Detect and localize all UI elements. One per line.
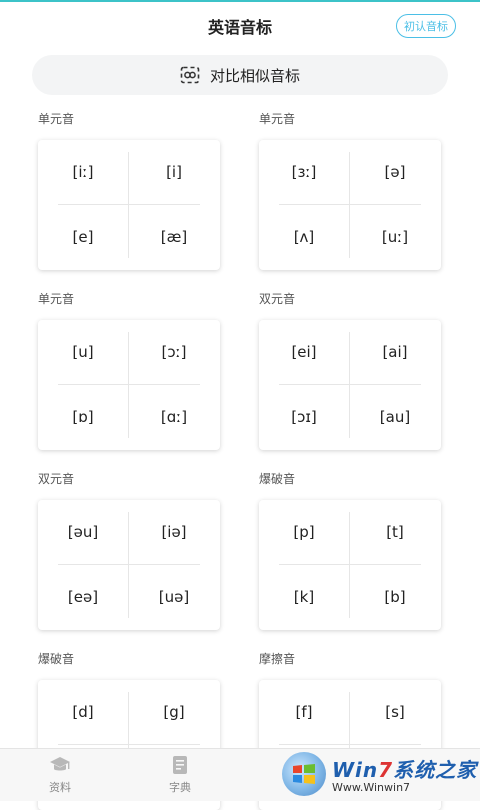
- section-monophthong-3: 单元音 [u] [ɔː] [ɒ] [ɑː]: [38, 290, 220, 450]
- windows-logo-icon: [282, 752, 326, 796]
- phonetic-symbol[interactable]: [iə]: [129, 500, 219, 564]
- phonetic-card: [ɜː] [ə] [ʌ] [uː]: [259, 140, 441, 270]
- section-plosive-1: 爆破音 [p] [t] [k] [b]: [259, 470, 441, 630]
- phonetic-symbol[interactable]: [au]: [350, 385, 440, 449]
- section-label: 单元音: [259, 112, 296, 126]
- compare-similar-button[interactable]: 对比相似音标: [32, 55, 448, 95]
- compare-label: 对比相似音标: [209, 66, 300, 85]
- phonetic-symbol[interactable]: [p]: [259, 500, 349, 564]
- section-diphthong-2: 双元音 [əu] [iə] [eə] [uə]: [38, 470, 220, 630]
- phonetic-symbol[interactable]: [k]: [259, 565, 349, 629]
- intro-phonetics-button[interactable]: 初认音标: [396, 14, 456, 38]
- phonetic-symbol[interactable]: [f]: [259, 680, 349, 744]
- phonetic-symbol[interactable]: [eə]: [38, 565, 128, 629]
- section-label: 双元音: [38, 472, 75, 486]
- section-label: 单元音: [38, 292, 75, 306]
- watermark: Win7系统之家 Www.Winwin7: [282, 748, 480, 800]
- phonetic-symbol[interactable]: [ɔː]: [129, 320, 219, 384]
- watermark-brand: Win7系统之家: [332, 758, 478, 782]
- phonetic-card: [iː] [i] [e] [æ]: [38, 140, 220, 270]
- graduation-cap-icon: [20, 753, 100, 777]
- section-monophthong-1: 单元音 [iː] [i] [e] [æ]: [38, 110, 220, 270]
- phonetic-card: [ei] [ai] [ɔɪ] [au]: [259, 320, 441, 450]
- compare-icon: [180, 66, 200, 84]
- divider: [58, 744, 200, 745]
- phonetic-symbol[interactable]: [u]: [38, 320, 128, 384]
- phonetic-symbol[interactable]: [uː]: [350, 205, 440, 269]
- phonetic-card: [u] [ɔː] [ɒ] [ɑː]: [38, 320, 220, 450]
- section-label: 爆破音: [38, 652, 75, 666]
- phonetic-symbol[interactable]: [g]: [129, 680, 219, 744]
- phonetic-symbol[interactable]: [t]: [350, 500, 440, 564]
- phonetic-symbol[interactable]: [e]: [38, 205, 128, 269]
- phonetic-symbol[interactable]: [əu]: [38, 500, 128, 564]
- section-monophthong-2: 单元音 [ɜː] [ə] [ʌ] [uː]: [259, 110, 441, 270]
- phonetic-symbol[interactable]: [iː]: [38, 140, 128, 204]
- divider: [279, 744, 421, 745]
- phonetic-symbol[interactable]: [s]: [350, 680, 440, 744]
- section-label: 摩擦音: [259, 652, 296, 666]
- book-icon: [140, 753, 220, 777]
- phonetic-symbol[interactable]: [ɜː]: [259, 140, 349, 204]
- phonetic-symbol[interactable]: [ei]: [259, 320, 349, 384]
- phonetic-symbol[interactable]: [ɑː]: [129, 385, 219, 449]
- header: 英语音标 初认音标: [0, 2, 480, 48]
- section-diphthong-1: 双元音 [ei] [ai] [ɔɪ] [au]: [259, 290, 441, 450]
- nav-item-materials[interactable]: 资料: [20, 753, 100, 795]
- phonetic-symbol[interactable]: [æ]: [129, 205, 219, 269]
- phonetic-symbol[interactable]: [ɔɪ]: [259, 385, 349, 449]
- phonetic-card: [p] [t] [k] [b]: [259, 500, 441, 630]
- phonetic-symbol[interactable]: [ɒ]: [38, 385, 128, 449]
- section-label: 爆破音: [259, 472, 296, 486]
- nav-label: 字典: [169, 781, 191, 794]
- phonetic-symbol[interactable]: [uə]: [129, 565, 219, 629]
- phonetic-symbol[interactable]: [b]: [350, 565, 440, 629]
- phonetic-symbol[interactable]: [i]: [129, 140, 219, 204]
- phonetic-symbol[interactable]: [d]: [38, 680, 128, 744]
- nav-item-dictionary[interactable]: 字典: [140, 753, 220, 795]
- phonetic-symbol[interactable]: [ai]: [350, 320, 440, 384]
- phonetic-symbol[interactable]: [ə]: [350, 140, 440, 204]
- phonetic-card: [əu] [iə] [eə] [uə]: [38, 500, 220, 630]
- section-label: 单元音: [38, 112, 75, 126]
- phonetic-symbol[interactable]: [ʌ]: [259, 205, 349, 269]
- nav-label: 资料: [49, 781, 71, 794]
- section-label: 双元音: [259, 292, 296, 306]
